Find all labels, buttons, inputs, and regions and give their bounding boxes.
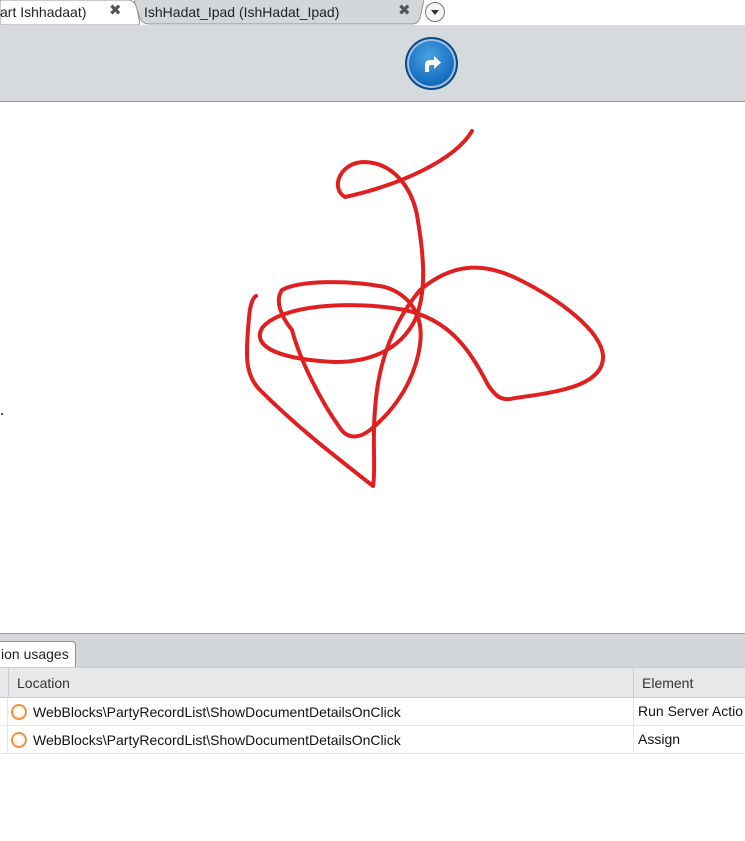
table-row[interactable]: WebBlocks\PartyRecordList\ShowDocumentDe… <box>0 726 745 754</box>
red-scribble-drawing <box>244 129 606 488</box>
usages-grid: Location Element WebBlocks\PartyRecordLi… <box>0 667 745 754</box>
location-cell: WebBlocks\PartyRecordList\ShowDocumentDe… <box>33 704 401 720</box>
tab-usages[interactable]: ion usages <box>0 641 76 668</box>
grid-header: Location Element <box>0 667 745 698</box>
scribble-stroke <box>244 129 606 488</box>
close-icon[interactable]: ✖ <box>398 2 411 20</box>
tab-strip: art Ishhadaat) ✖ IshHadat_Ipad (IshHadat… <box>0 0 745 25</box>
arrow-forward-icon <box>425 56 441 72</box>
tab-label: IshHadat_Ipad (IshHadat_Ipad) <box>144 4 340 20</box>
tab-ishhadat-ipad[interactable]: IshHadat_Ipad (IshHadat_Ipad) ✖ <box>134 0 424 25</box>
column-header-location[interactable]: Location <box>8 668 633 698</box>
bottom-panel-tabs: ion usages <box>0 633 745 668</box>
row-gutter <box>0 698 8 725</box>
toolbar <box>0 25 745 102</box>
go-button[interactable] <box>405 37 458 90</box>
element-cell: Run Server Actio <box>633 698 745 726</box>
row-gutter <box>0 726 8 753</box>
tab-label: art Ishhadaat) <box>0 4 87 20</box>
column-header-element[interactable]: Element <box>633 668 745 698</box>
tab-ishhadaat[interactable]: art Ishhadaat) ✖ <box>0 0 140 25</box>
close-icon[interactable]: ✖ <box>109 2 122 20</box>
canvas-area[interactable] <box>0 102 745 633</box>
element-cell: Assign <box>633 726 745 754</box>
tab-dropdown-icon[interactable] <box>425 2 445 22</box>
table-row[interactable]: WebBlocks\PartyRecordList\ShowDocumentDe… <box>0 698 745 726</box>
location-cell: WebBlocks\PartyRecordList\ShowDocumentDe… <box>33 732 401 748</box>
